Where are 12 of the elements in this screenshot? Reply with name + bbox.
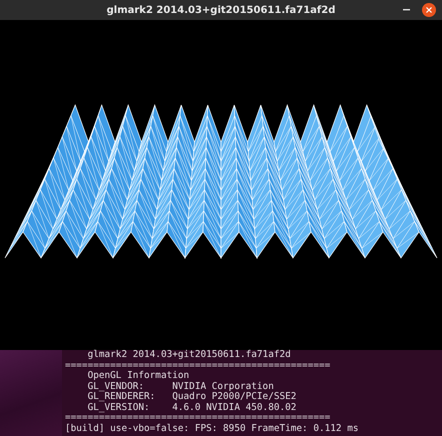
terminal-line: GL_VENDOR: NVIDIA Corporation <box>86 382 275 392</box>
window-title: glmark2 2014.03+git20150611.fa71af2d <box>106 4 336 16</box>
terminal-line: [build] use-vbo=false: FPS: 8950 FrameTime: 0.112 ms <box>65 424 360 434</box>
terminal-line: glmark2 2014.03+git20150611.fa71af2d <box>86 350 292 360</box>
minimize-icon[interactable] <box>403 9 410 11</box>
close-button[interactable] <box>422 3 436 17</box>
close-icon <box>426 7 432 13</box>
terminal-line: GL_RENDERER: Quadro P2000/PCIe/SSE2 <box>86 392 298 402</box>
terminal-line: OpenGL Information <box>86 371 190 382</box>
terminal-line: =============================================== <box>65 413 332 424</box>
terminal-line: GL_VERSION: 4.6.0 NVIDIA 450.80.02 <box>86 402 298 413</box>
terminal-line: =============================================== <box>65 360 332 370</box>
